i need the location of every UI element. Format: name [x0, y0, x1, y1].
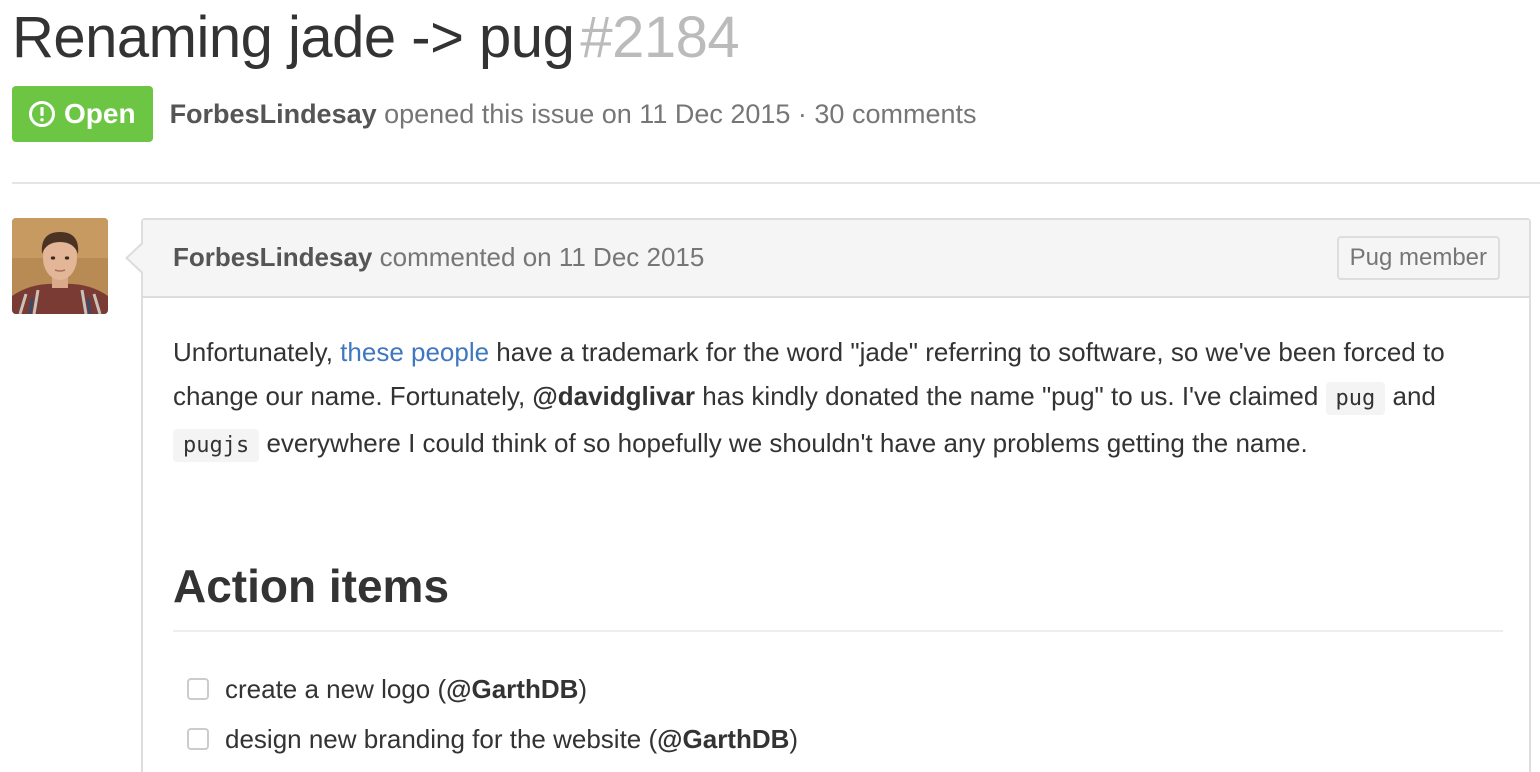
user-mention-link[interactable]: @GarthDB — [657, 724, 789, 755]
issue-comment: ForbesLindesay commented on 11 Dec 2015 … — [141, 218, 1531, 772]
body-text: has kindly donated the name "pug" to us.… — [695, 381, 1326, 411]
task-checkbox[interactable] — [187, 728, 209, 750]
task-list-item: create a new logo (@GarthDB) — [187, 664, 798, 714]
user-avatar[interactable] — [12, 218, 108, 314]
body-text: Unfortunately, — [173, 337, 341, 367]
issue-number: #2184 — [580, 5, 740, 70]
body-text: everywhere I could think of so hopefully… — [259, 428, 1308, 458]
inline-code: pugjs — [173, 429, 260, 462]
inline-code: pug — [1325, 382, 1386, 415]
comment-timestamp-link[interactable]: commented on 11 Dec 2015 — [372, 242, 705, 272]
header-divider — [12, 182, 1540, 184]
task-list-item: design new branding for the website (@Ga… — [187, 714, 798, 764]
avatar-image — [12, 218, 108, 314]
task-text-tail: ) — [578, 673, 588, 704]
issue-meta-text: ForbesLindesay opened this issue on 11 D… — [170, 99, 977, 130]
task-text: design new branding for the website ( — [225, 723, 658, 754]
task-text-tail: ) — [789, 723, 799, 754]
comment-pointer-fill — [128, 244, 143, 272]
issue-state-label: Open — [64, 98, 136, 129]
task-text: create a new logo ( — [225, 673, 447, 704]
body-text: and — [1385, 381, 1436, 411]
comment-paragraph: Unfortunately, these people have a trade… — [173, 330, 1503, 468]
user-mention-link[interactable]: @GarthDB — [446, 674, 578, 705]
issue-page: Renaming jade -> pug #2184 Open ForbesLin… — [0, 0, 1540, 772]
issue-opened-icon — [29, 101, 55, 127]
these-people-link[interactable]: these people — [340, 337, 489, 367]
comment-header-text: ForbesLindesay commented on 11 Dec 2015 — [173, 242, 704, 273]
issue-title: Renaming jade -> pug #2184 — [12, 2, 740, 74]
user-mention-link[interactable]: @davidglivar — [532, 381, 695, 411]
comment-author-link[interactable]: ForbesLindesay — [173, 242, 372, 272]
task-list: create a new logo (@GarthDB) design new … — [187, 664, 798, 764]
issue-state-badge: Open — [12, 86, 153, 142]
action-items-heading: Action items — [173, 558, 1503, 632]
issue-meta: Open ForbesLindesay opened this issue on… — [12, 86, 976, 142]
issue-opened-text: opened this issue on 11 Dec 2015 · 30 co… — [376, 98, 977, 129]
task-checkbox[interactable] — [187, 678, 209, 700]
comment-body: Unfortunately, these people have a trade… — [173, 330, 1503, 468]
issue-title-text: Renaming jade -> pug — [12, 5, 575, 70]
issue-author-link[interactable]: ForbesLindesay — [170, 99, 377, 129]
comment-header: ForbesLindesay commented on 11 Dec 2015 … — [143, 220, 1529, 298]
member-role-label: Pug member — [1336, 236, 1500, 280]
